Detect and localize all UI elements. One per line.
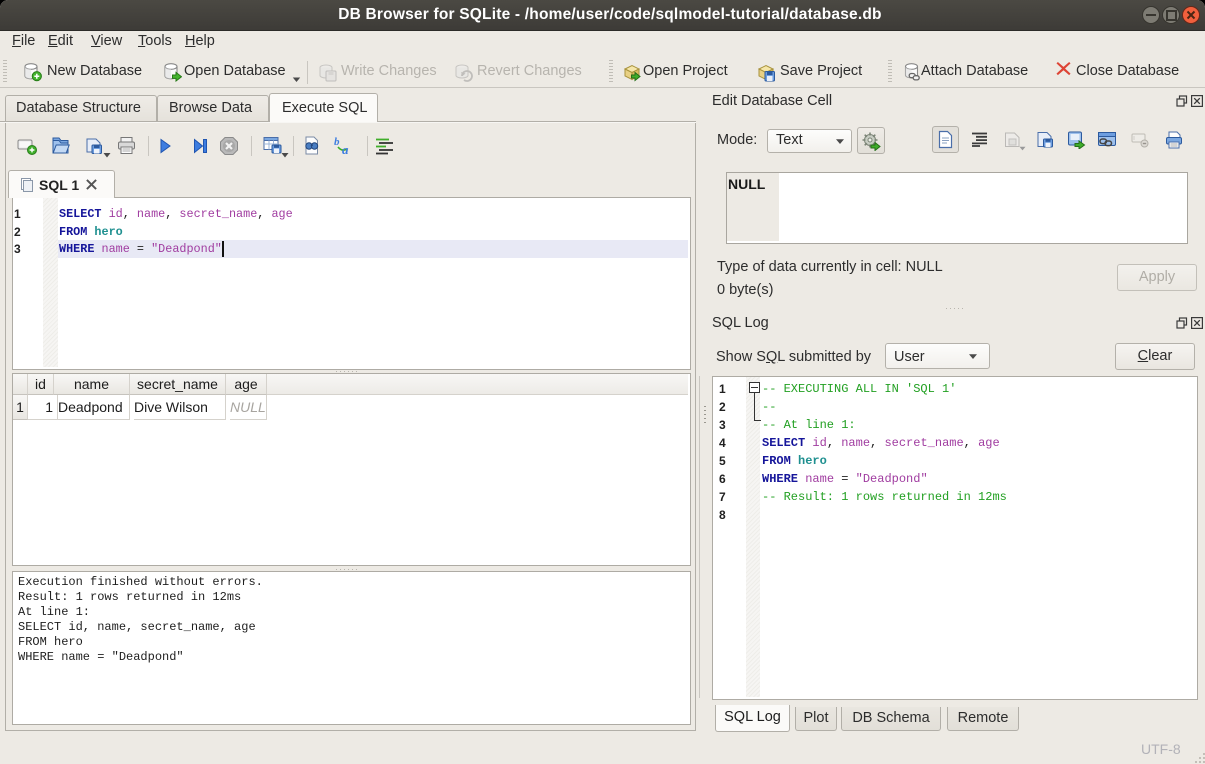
svg-text:b: b xyxy=(334,136,340,148)
svg-text:a: a xyxy=(342,142,349,156)
